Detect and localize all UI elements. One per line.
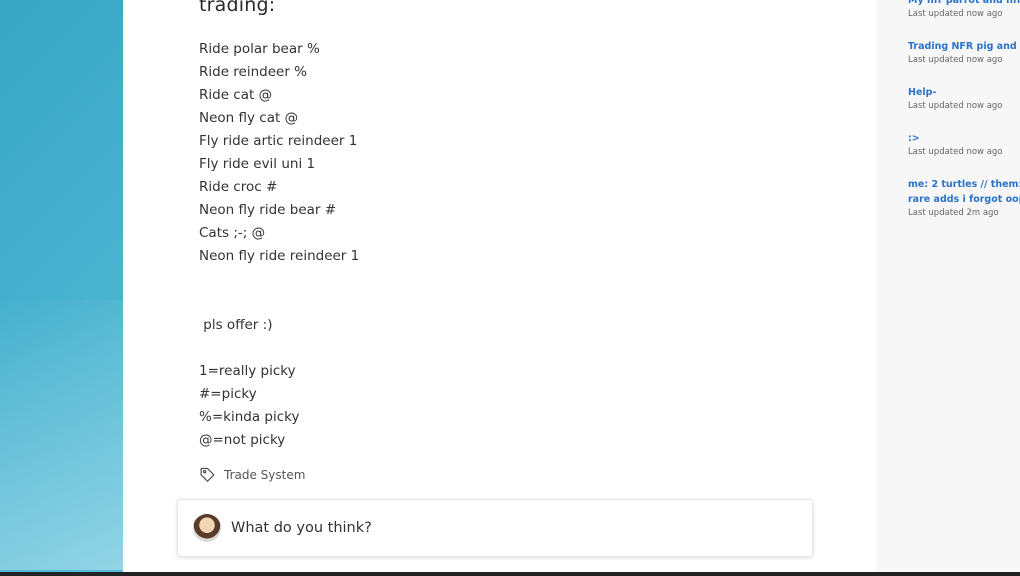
related-item-meta: Last updated now ago [908, 101, 1003, 111]
background-decoration [0, 300, 123, 570]
post-line: Neon fly ride reindeer 1 [199, 248, 360, 264]
post-tag[interactable]: Trade System [199, 466, 305, 483]
related-item[interactable]: My nfr parrot and nfr Last updated now a… [908, 0, 1020, 20]
related-item-title[interactable]: My nfr parrot and nfr [908, 0, 1020, 8]
tag-label[interactable]: Trade System [224, 468, 305, 482]
post-line: #=picky [199, 386, 257, 402]
related-item-title[interactable]: :> [908, 131, 1020, 146]
related-item-meta: Last updated now ago [908, 55, 1003, 65]
related-item-meta: Last updated now ago [908, 9, 1003, 19]
post-line: pls offer :) [199, 317, 273, 333]
avatar [193, 514, 221, 542]
bottom-bar [0, 572, 1020, 576]
related-item[interactable]: me: 2 turtles // them: rare adds i forgo… [908, 177, 1020, 219]
related-posts-list: My nfr parrot and nfr Last updated now a… [908, 0, 1020, 233]
post-line: Neon fly cat @ [199, 110, 299, 126]
related-item-meta: Last updated now ago [908, 147, 1003, 157]
post-line: 1=really picky [199, 363, 296, 379]
post-line: Ride reindeer % [199, 64, 308, 80]
post-line: Fly ride artic reindeer 1 [199, 133, 358, 149]
post-line: Ride cat @ [199, 87, 273, 103]
comment-box[interactable]: What do you think? [177, 499, 813, 557]
related-item-title[interactable]: Help- [908, 85, 1020, 100]
post-line [199, 291, 359, 314]
post-body: Ride polar bear % Ride reindeer % Ride c… [199, 38, 359, 452]
post-line: Fly ride evil uni 1 [199, 156, 316, 172]
post-line: Neon fly ride bear # [199, 202, 337, 218]
related-item-meta: Last updated 2m ago [908, 208, 999, 218]
post-line [199, 337, 359, 360]
post-line: Ride croc # [199, 179, 278, 195]
comment-prompt[interactable]: What do you think? [231, 520, 372, 536]
post-line: Ride polar bear % [199, 41, 320, 57]
tag-icon [199, 466, 216, 483]
related-item[interactable]: Trading NFR pig and N Last updated now a… [908, 39, 1020, 66]
related-item-title-line2[interactable]: rare adds i forgot oop [908, 192, 1020, 207]
related-item-title[interactable]: me: 2 turtles // them: [908, 177, 1020, 192]
post-line: Cats ;-; @ [199, 225, 266, 241]
related-item[interactable]: :> Last updated now ago [908, 131, 1020, 158]
post-title: trading: [199, 0, 276, 16]
related-item[interactable]: Help- Last updated now ago [908, 85, 1020, 112]
post-line [199, 268, 359, 291]
post-line: %=kinda picky [199, 409, 300, 425]
post-line: @=not picky [199, 432, 286, 448]
related-item-title[interactable]: Trading NFR pig and N [908, 39, 1020, 54]
